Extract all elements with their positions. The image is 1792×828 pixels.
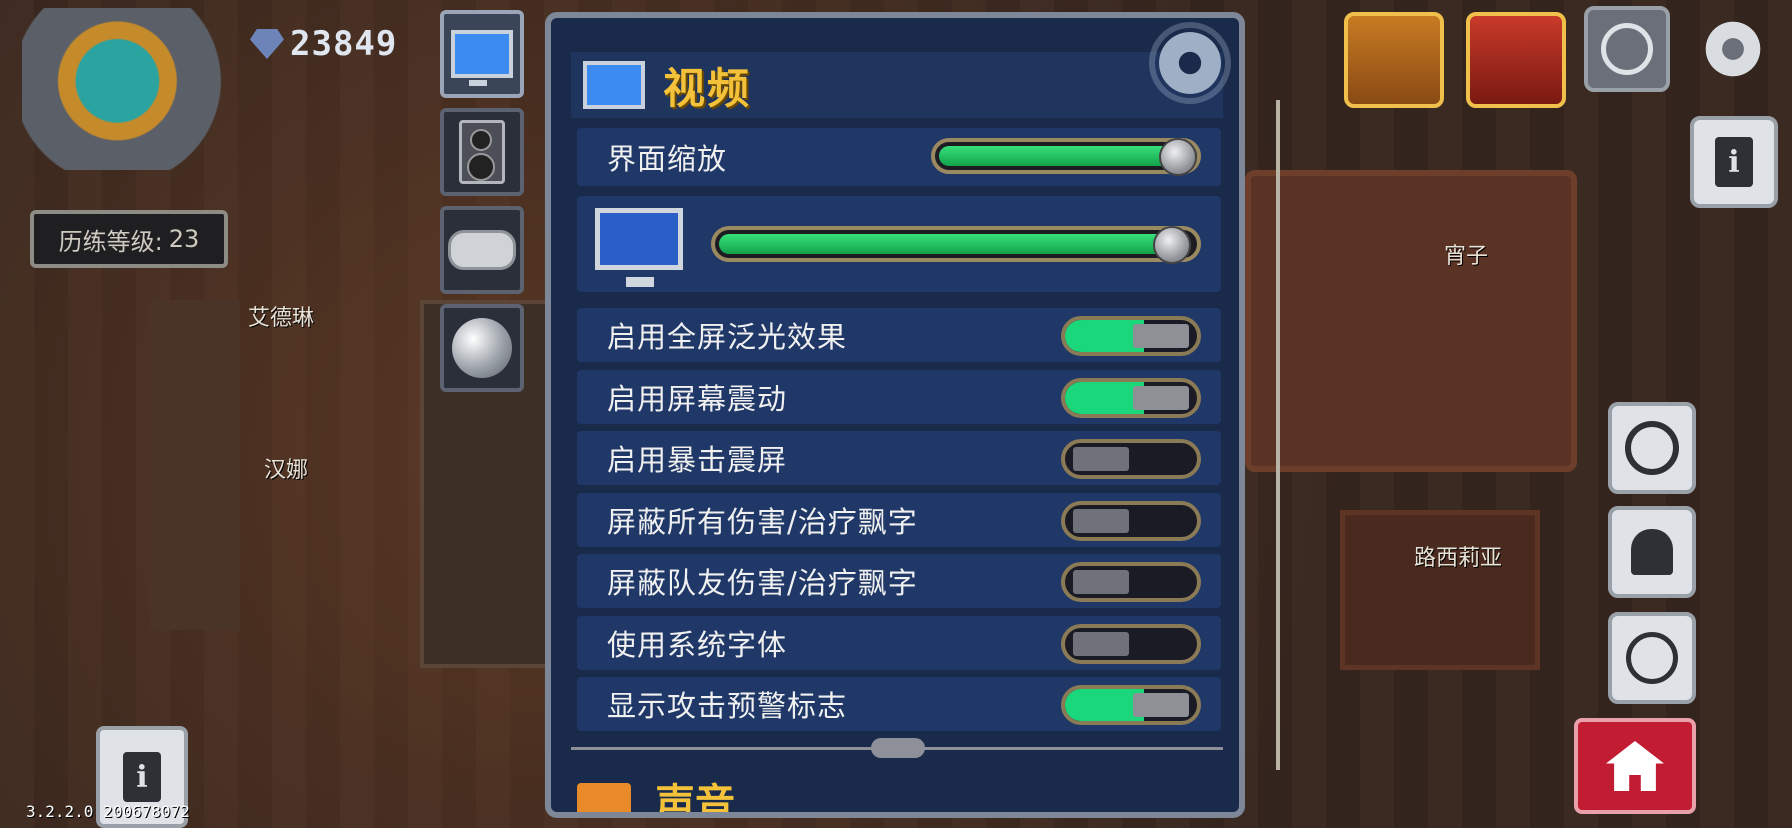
training-level-value: 23 bbox=[168, 225, 200, 253]
headset-icon bbox=[1626, 632, 1678, 684]
info-book-icon: i bbox=[123, 752, 161, 802]
section-divider bbox=[571, 738, 1223, 758]
setting-row: 屏蔽所有伤害/治疗飘字 bbox=[577, 492, 1221, 547]
support-button[interactable] bbox=[1608, 612, 1696, 704]
ui-scale-row: 界面缩放 bbox=[577, 128, 1221, 186]
npc-name-hanna: 汉娜 bbox=[264, 458, 309, 483]
settings-gear-icon bbox=[1704, 20, 1762, 78]
toggle-knob bbox=[1073, 570, 1129, 594]
armchair bbox=[1340, 510, 1540, 670]
panel-title: 视频 bbox=[663, 63, 752, 113]
setting-label: 显示攻击预警标志 bbox=[607, 689, 848, 723]
slider-knob[interactable] bbox=[1159, 138, 1198, 176]
setting-label: 启用全屏泛光效果 bbox=[607, 320, 848, 354]
tab-video[interactable] bbox=[440, 10, 524, 98]
info-button[interactable]: i bbox=[1690, 116, 1778, 208]
settings-button[interactable] bbox=[1690, 6, 1776, 92]
audio-section-header: 声音 bbox=[571, 780, 1223, 812]
setting-toggle[interactable] bbox=[1061, 685, 1201, 725]
audio-section-title: 声音 bbox=[655, 781, 735, 818]
setting-label: 使用系统字体 bbox=[607, 627, 788, 662]
setting-row: 使用系统字体 bbox=[577, 615, 1221, 670]
sync-button[interactable] bbox=[1608, 402, 1696, 494]
player-avatar[interactable] bbox=[22, 8, 234, 170]
npc-name-lucilia: 路西莉亚 bbox=[1414, 546, 1503, 571]
setting-label: 屏蔽所有伤害/治疗飘字 bbox=[607, 504, 918, 539]
ui-scale-label: 界面缩放 bbox=[607, 142, 728, 176]
setting-row: 启用全屏泛光效果 bbox=[577, 308, 1221, 362]
training-level-badge: 历练等级: 23 bbox=[30, 210, 228, 268]
customer-service-icon bbox=[1601, 23, 1653, 75]
setting-label: 屏蔽队友伤害/治疗飘字 bbox=[607, 566, 918, 600]
setting-toggle[interactable] bbox=[1061, 562, 1201, 602]
toggle-knob bbox=[1133, 324, 1189, 348]
diamond-icon bbox=[250, 29, 284, 59]
toggle-knob bbox=[1073, 631, 1129, 656]
setting-row: 显示攻击预警标志 bbox=[577, 677, 1221, 731]
bookshelf bbox=[150, 300, 240, 630]
gem-counter: 23849 bbox=[250, 24, 397, 64]
sync-icon bbox=[1625, 421, 1679, 475]
info-book-icon: i bbox=[1715, 137, 1753, 187]
sofa bbox=[1245, 170, 1577, 472]
toggle-knob bbox=[1133, 693, 1189, 717]
home-button[interactable] bbox=[1574, 718, 1696, 814]
gamepad-icon bbox=[448, 230, 516, 270]
gem-count: 23849 bbox=[290, 24, 398, 64]
settings-gear-icon bbox=[1155, 28, 1225, 98]
setting-label: 启用屏幕震动 bbox=[607, 381, 788, 416]
setting-toggle[interactable] bbox=[1061, 623, 1201, 664]
setting-toggle[interactable] bbox=[1061, 439, 1201, 479]
setting-toggle[interactable] bbox=[1061, 377, 1201, 418]
setting-label: 启用暴击震屏 bbox=[607, 443, 788, 477]
setting-toggle[interactable] bbox=[1061, 500, 1201, 541]
tab-audio[interactable] bbox=[440, 108, 524, 196]
setting-row: 启用屏幕震动 bbox=[577, 369, 1221, 424]
toggle-knob bbox=[1133, 385, 1189, 410]
ui-scale-slider[interactable] bbox=[931, 138, 1201, 176]
audio-section-icon bbox=[577, 783, 631, 812]
display-icon bbox=[595, 208, 683, 287]
sphere-icon bbox=[452, 318, 512, 378]
settings-tab-column bbox=[440, 10, 526, 402]
setting-row: 屏蔽队友伤害/治疗飘字 bbox=[577, 554, 1221, 608]
panel-header: 视频 bbox=[571, 52, 1223, 118]
panel-scrollbar[interactable] bbox=[1276, 100, 1280, 770]
notification-button[interactable] bbox=[1608, 506, 1696, 598]
version-text: 3.2.2.0 200678072 bbox=[26, 802, 190, 821]
slider-knob[interactable] bbox=[1152, 226, 1191, 264]
toggle-knob bbox=[1073, 447, 1129, 471]
video-settings-panel: 视频 界面缩放 启用全屏泛光效果 启用屏幕震动 启用暴击震屏屏蔽所有伤害/治疗飘字屏… bbox=[545, 12, 1245, 818]
speaker-icon bbox=[459, 120, 505, 184]
setting-toggle[interactable] bbox=[1061, 316, 1201, 356]
slider-fill bbox=[719, 234, 1177, 254]
npc-name-xiaozi: 宵子 bbox=[1444, 244, 1489, 269]
setting-row: 启用暴击震屏 bbox=[577, 431, 1221, 485]
monitor-icon bbox=[583, 61, 645, 109]
slider-fill bbox=[939, 146, 1184, 166]
display-brightness-row bbox=[577, 196, 1221, 292]
tab-controls[interactable] bbox=[440, 206, 524, 294]
customer-service-button[interactable] bbox=[1584, 6, 1670, 92]
toggle-knob bbox=[1073, 508, 1129, 533]
npc-name-adeline: 艾德琳 bbox=[248, 306, 315, 331]
treasure-chest-icon[interactable] bbox=[1344, 12, 1444, 108]
bell-icon bbox=[1631, 529, 1673, 575]
gift-box-icon[interactable] bbox=[1466, 12, 1566, 108]
tab-misc[interactable] bbox=[440, 304, 524, 392]
training-level-label: 历练等级: bbox=[58, 227, 163, 256]
monitor-icon bbox=[451, 30, 513, 86]
home-icon bbox=[1606, 741, 1664, 791]
display-slider[interactable] bbox=[711, 226, 1201, 264]
